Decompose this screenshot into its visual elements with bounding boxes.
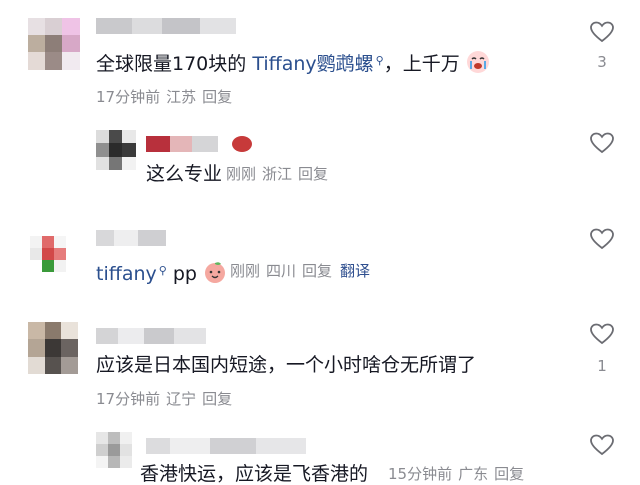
peach-face-emoji xyxy=(205,262,226,283)
comment-text: 应该是日本国内短途，一个小时啥仓无所谓了 xyxy=(96,354,477,376)
avatar[interactable] xyxy=(30,236,66,272)
location: 江苏 xyxy=(166,88,197,106)
heart-icon[interactable] xyxy=(589,322,615,346)
translate-button[interactable]: 翻译 xyxy=(340,262,370,280)
heart-icon[interactable] xyxy=(589,131,615,155)
heart-icon[interactable] xyxy=(589,433,615,457)
comment-text: tiffany ⚲ pp xyxy=(96,260,227,285)
timestamp: 15分钟前 xyxy=(388,465,453,483)
avatar[interactable] xyxy=(96,432,132,468)
username-blurred[interactable] xyxy=(146,136,252,152)
username-blurred[interactable] xyxy=(96,230,166,246)
comment-meta: 17分钟前 江苏 回复 xyxy=(96,88,238,106)
search-icon: ⚲ xyxy=(158,264,167,277)
reply-button[interactable]: 回复 xyxy=(302,262,332,280)
username-blurred[interactable] xyxy=(96,18,236,34)
comment-text: 全球限量170块的 Tiffany鹦鹉螺 ⚲，上千万 xyxy=(96,50,490,75)
search-link[interactable]: Tiffany鹦鹉螺 ⚲ xyxy=(252,53,383,75)
heart-icon[interactable] xyxy=(589,20,615,44)
comment-meta: 17分钟前 辽宁 回复 xyxy=(96,390,238,408)
username-blurred[interactable] xyxy=(146,438,306,454)
comment-text: 这么专业 xyxy=(146,163,223,185)
timestamp: 17分钟前 xyxy=(96,88,161,106)
reply-button[interactable]: 回复 xyxy=(202,88,232,106)
timestamp: 刚刚 xyxy=(226,165,257,183)
heart-icon[interactable] xyxy=(589,227,615,251)
comment-meta: 刚刚 四川 回复 翻译 xyxy=(230,262,376,280)
avatar[interactable] xyxy=(28,322,78,374)
comment-meta: 15分钟前 广东 回复 xyxy=(388,465,530,483)
search-link[interactable]: tiffany ⚲ xyxy=(96,263,167,285)
comment-text: 香港快运，应该是飞香港的 xyxy=(140,463,369,485)
search-icon: ⚲ xyxy=(375,54,384,67)
location: 辽宁 xyxy=(166,390,197,408)
timestamp: 刚刚 xyxy=(230,262,261,280)
location: 浙江 xyxy=(262,165,293,183)
timestamp: 17分钟前 xyxy=(96,390,161,408)
avatar[interactable] xyxy=(96,130,136,170)
username-blurred[interactable] xyxy=(96,328,206,344)
like-count: 1 xyxy=(597,357,607,375)
like-count: 3 xyxy=(597,53,607,71)
reply-button[interactable]: 回复 xyxy=(202,390,232,408)
reply-button[interactable]: 回复 xyxy=(298,165,328,183)
crying-face-emoji xyxy=(466,51,489,73)
location: 广东 xyxy=(458,465,489,483)
avatar[interactable] xyxy=(28,18,80,70)
reply-button[interactable]: 回复 xyxy=(494,465,524,483)
comment-meta: 刚刚 浙江 回复 xyxy=(226,165,334,183)
location: 四川 xyxy=(266,262,297,280)
